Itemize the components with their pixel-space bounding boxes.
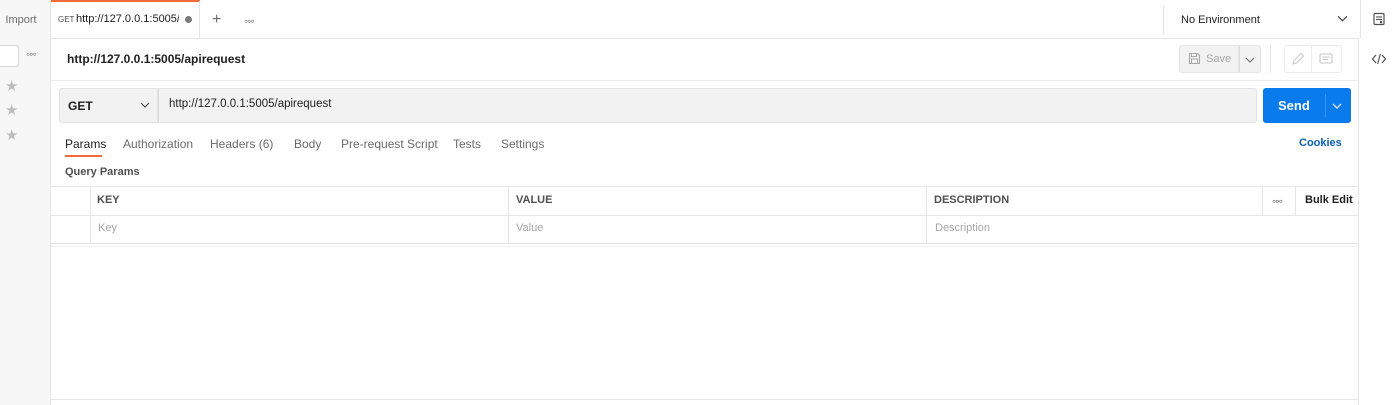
send-divider	[1325, 94, 1326, 117]
save-label: Save	[1206, 53, 1232, 65]
tab-pre-request-script[interactable]: Pre-request Script	[341, 137, 438, 151]
column-divider	[508, 186, 509, 243]
bulk-edit-button[interactable]: Bulk Edit	[1305, 194, 1353, 206]
edit-icon	[1292, 52, 1305, 65]
url-input-value[interactable]: http://127.0.0.1:5005/apirequest	[169, 98, 331, 110]
table-border	[51, 246, 1358, 247]
active-tab-indicator	[65, 155, 102, 157]
description-field[interactable]: Description	[935, 222, 990, 234]
import-button[interactable]: Import	[0, 8, 42, 32]
table-more-button[interactable]: ◦◦◦	[1272, 194, 1283, 208]
tab-tests[interactable]: Tests	[453, 137, 481, 151]
chevron-down-icon[interactable]	[140, 101, 150, 109]
cookies-link[interactable]: Cookies	[1299, 137, 1342, 149]
comments-button[interactable]	[1312, 45, 1342, 73]
response-pane-divider	[51, 399, 1358, 400]
favorite-star-icon[interactable]: ★	[5, 101, 18, 119]
tab-settings[interactable]: Settings	[501, 137, 544, 151]
column-divider	[1262, 186, 1263, 215]
request-title[interactable]: http://127.0.0.1:5005/apirequest	[67, 52, 245, 66]
send-label: Send	[1278, 98, 1310, 113]
save-icon	[1188, 52, 1201, 65]
column-header-value: VALUE	[516, 194, 553, 206]
table-border	[51, 243, 1358, 244]
query-params-heading: Query Params	[65, 166, 140, 178]
new-tab-button[interactable]: +	[212, 11, 221, 29]
chevron-down-icon[interactable]	[1337, 13, 1348, 24]
column-divider	[90, 186, 91, 243]
tab-headers[interactable]: Headers (6)	[210, 137, 273, 151]
column-header-key: KEY	[97, 194, 120, 206]
table-border	[51, 186, 1358, 187]
tab-authorization[interactable]: Authorization	[123, 137, 193, 151]
code-icon[interactable]	[1371, 52, 1387, 66]
column-divider	[1295, 186, 1296, 215]
environment-quick-look-icon[interactable]	[1372, 12, 1386, 26]
send-options-chevron-icon[interactable]	[1332, 102, 1342, 110]
tabs-more-button[interactable]: ◦◦◦	[244, 14, 255, 28]
chevron-down-icon	[1245, 57, 1255, 63]
comment-icon	[1319, 53, 1333, 64]
divider	[51, 80, 1358, 81]
save-options-button[interactable]	[1239, 45, 1261, 73]
tab-body[interactable]: Body	[294, 137, 321, 151]
favorite-star-icon[interactable]: ★	[5, 126, 18, 144]
value-field[interactable]: Value	[516, 222, 543, 234]
column-header-description: DESCRIPTION	[934, 194, 1010, 206]
favorite-star-icon[interactable]: ★	[5, 77, 18, 95]
tab-params[interactable]: Params	[65, 137, 106, 151]
sidebar-filter-input[interactable]	[0, 45, 19, 67]
table-border	[51, 215, 1358, 216]
method-selected-label: GET	[68, 99, 93, 113]
unsaved-dot-icon	[185, 16, 192, 23]
tab-url-label: http://127.0.0.1:5005/apirequest	[76, 13, 179, 25]
sidebar-more-button[interactable]: ◦◦◦	[26, 47, 37, 61]
environment-selected-label: No Environment	[1181, 14, 1260, 26]
right-sidebar	[1358, 38, 1400, 405]
tab-method-label: GET	[58, 15, 75, 24]
toolbar-divider	[1270, 45, 1271, 73]
column-divider	[926, 186, 927, 243]
key-field[interactable]: Key	[98, 222, 117, 234]
edit-button[interactable]	[1284, 45, 1312, 73]
